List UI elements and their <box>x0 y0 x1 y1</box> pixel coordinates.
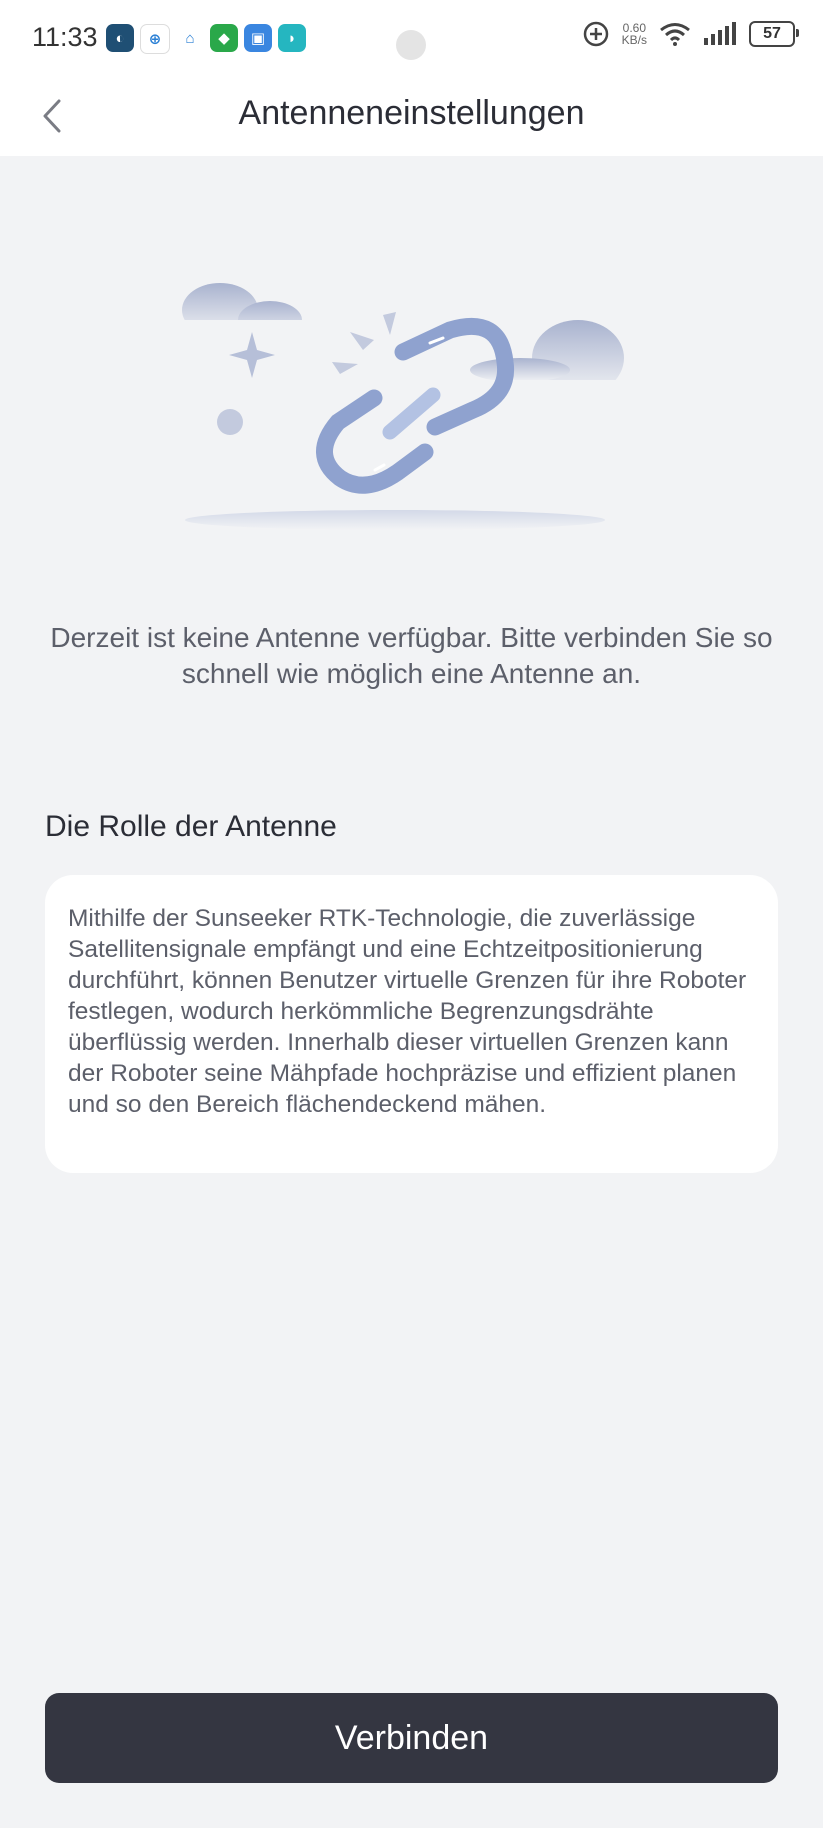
app-icon-1: ◐ <box>106 24 134 52</box>
ground-shadow <box>185 510 605 530</box>
info-card: Mithilfe der Sunseeker RTK-Technologie, … <box>45 875 778 1173</box>
spark-lines <box>332 312 396 374</box>
status-indicators: 0.60 KB/s 57 <box>582 20 799 48</box>
wifi-icon <box>660 23 690 46</box>
app-icon-6: ◗ <box>278 24 306 52</box>
broken-link-illustration <box>160 283 640 530</box>
shield-app-icon: ◆ <box>210 24 238 52</box>
status-app-icons: ◐ ⊕ ⌂ ◆ ▣ ◗ <box>106 24 306 54</box>
app-icon-5: ▣ <box>244 24 272 52</box>
cloud-left <box>160 283 310 350</box>
battery-indicator: 57 <box>749 21 799 47</box>
info-card-text: Mithilfe der Sunseeker RTK-Technologie, … <box>68 905 747 1118</box>
decorative-dot <box>217 409 243 435</box>
net-speed-unit: KB/s <box>621 33 647 47</box>
home-app-icon: ⌂ <box>176 24 204 52</box>
status-bar: 11:33 ◐ ⊕ ⌂ ◆ ▣ ◗ 0.60 KB/s 57 <box>0 0 823 78</box>
no-antenna-message: Derzeit ist keine Antenne verfügbar. Bit… <box>50 622 773 689</box>
broken-link-icon <box>316 317 515 494</box>
section-title: Die Rolle der Antenne <box>45 810 337 843</box>
status-time: 11:33 <box>32 22 98 52</box>
connect-button[interactable]: Verbinden <box>45 1693 778 1783</box>
camera-cutout <box>396 30 426 60</box>
nav-bar: Antenneneinstellungen <box>0 78 823 156</box>
page-title: Antenneneinstellungen <box>238 94 585 132</box>
data-saver-icon <box>583 21 608 47</box>
signal-icon <box>704 22 736 45</box>
app-icon-2: ⊕ <box>140 24 170 54</box>
net-speed: 0.60 KB/s <box>622 22 647 46</box>
